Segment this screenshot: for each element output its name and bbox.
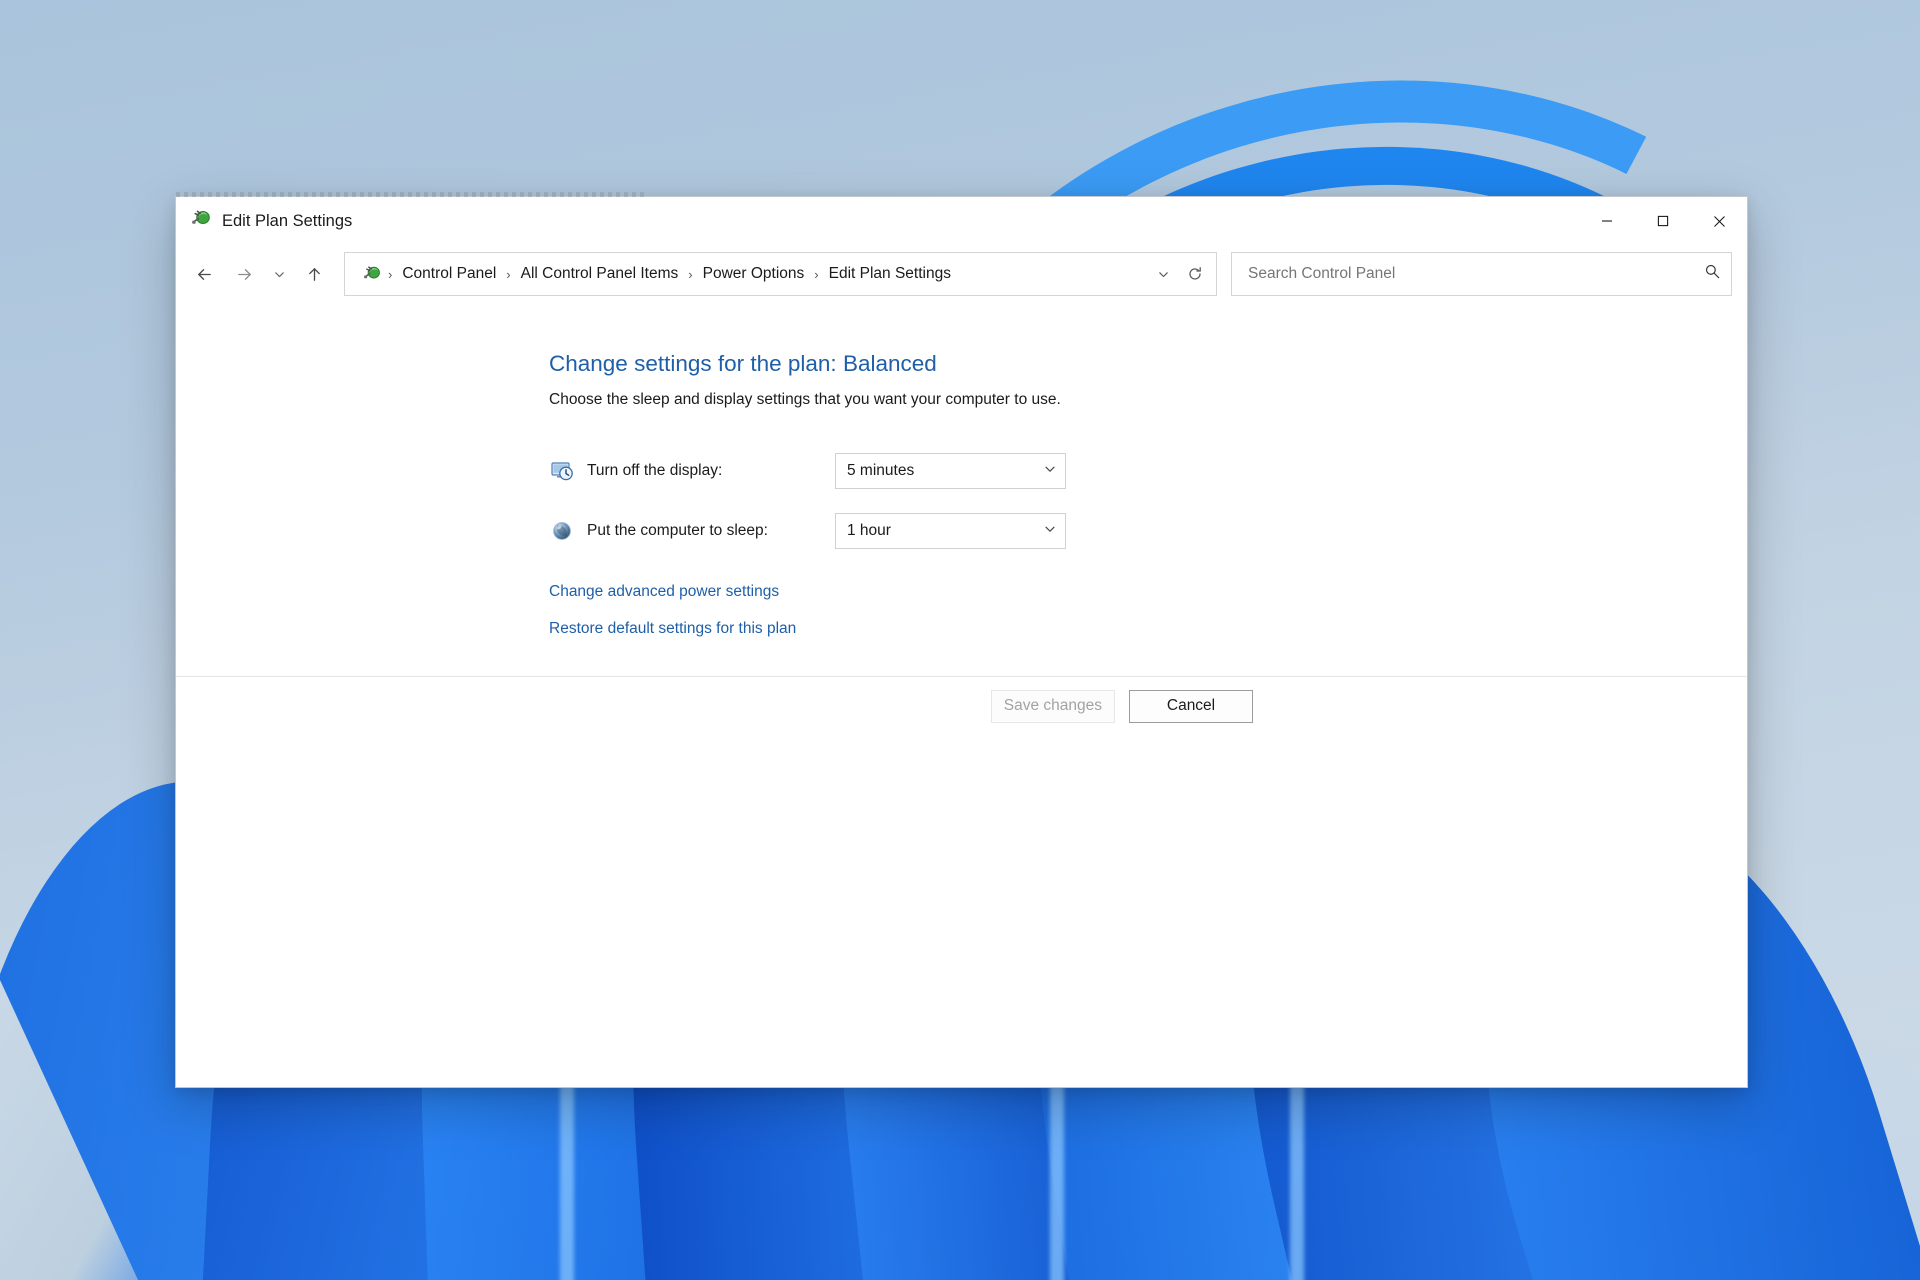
sleep-value: 1 hour	[847, 522, 891, 539]
navigation-bar: › Control Panel › All Control Panel Item…	[176, 245, 1747, 303]
content-area: Change settings for the plan: Balanced C…	[176, 303, 1747, 1087]
sleep-dropdown[interactable]: 1 hour	[835, 513, 1066, 549]
desktop: Edit Plan Settings › Control Panel › All…	[0, 0, 1920, 1280]
breadcrumb-item-edit-plan-settings[interactable]: Edit Plan Settings	[822, 261, 958, 287]
breadcrumb-separator: ›	[388, 266, 393, 282]
forward-button[interactable]	[224, 254, 264, 294]
maximize-button[interactable]	[1635, 197, 1691, 245]
setting-label-sleep: Put the computer to sleep:	[587, 522, 768, 539]
breadcrumb: › Control Panel › All Control Panel Item…	[387, 261, 1148, 287]
sleep-icon	[549, 518, 575, 544]
address-bar-actions	[1148, 258, 1210, 290]
link-restore-default-settings[interactable]: Restore default settings for this plan	[549, 620, 796, 638]
window-title: Edit Plan Settings	[222, 211, 353, 230]
footer-actions: Save changes Cancel	[176, 677, 1747, 735]
breadcrumb-item-control-panel[interactable]: Control Panel	[395, 261, 503, 287]
breadcrumb-separator: ›	[506, 266, 511, 282]
setting-row-sleep: Put the computer to sleep: 1 hour	[549, 513, 1747, 549]
title-bar[interactable]: Edit Plan Settings	[176, 197, 1747, 245]
edit-plan-settings-window: Edit Plan Settings › Control Panel › All…	[175, 192, 1748, 1088]
search-input[interactable]	[1246, 264, 1704, 284]
page-subtitle: Choose the sleep and display settings th…	[549, 391, 1061, 408]
search-icon[interactable]	[1704, 263, 1721, 285]
window-shadow-artifact	[176, 192, 646, 197]
turn-off-display-value: 5 minutes	[847, 462, 915, 479]
turn-off-display-dropdown[interactable]: 5 minutes	[835, 453, 1066, 489]
display-clock-icon	[549, 458, 575, 484]
power-plan-icon	[191, 209, 211, 234]
breadcrumb-separator: ›	[688, 266, 693, 282]
window-controls	[1579, 197, 1747, 245]
breadcrumb-separator: ›	[814, 266, 819, 282]
recent-locations-button[interactable]	[264, 254, 294, 294]
chevron-down-icon	[1043, 462, 1057, 481]
back-button[interactable]	[184, 254, 224, 294]
chevron-down-icon[interactable]	[1148, 258, 1178, 290]
setting-row-turn-off-display: Turn off the display: 5 minutes	[549, 453, 1747, 489]
address-bar[interactable]: › Control Panel › All Control Panel Item…	[344, 252, 1217, 296]
link-change-advanced-power-settings[interactable]: Change advanced power settings	[549, 583, 779, 601]
breadcrumb-item-all-control-panel-items[interactable]: All Control Panel Items	[514, 261, 686, 287]
up-button[interactable]	[294, 254, 334, 294]
title-bar-left: Edit Plan Settings	[176, 209, 352, 234]
chevron-down-icon	[1043, 522, 1057, 541]
save-changes-button[interactable]: Save changes	[990, 689, 1115, 723]
related-links: Change advanced power settings Restore d…	[549, 583, 1747, 638]
page-title: Change settings for the plan: Balanced	[549, 351, 937, 376]
minimize-button[interactable]	[1579, 197, 1635, 245]
cancel-button[interactable]: Cancel	[1129, 689, 1253, 723]
close-button[interactable]	[1691, 197, 1747, 245]
search-box[interactable]	[1231, 252, 1732, 296]
refresh-icon[interactable]	[1180, 258, 1210, 290]
address-power-plan-icon	[357, 259, 387, 289]
breadcrumb-item-power-options[interactable]: Power Options	[696, 261, 812, 287]
setting-label-turn-off-display: Turn off the display:	[587, 462, 723, 479]
plan-settings-page: Change settings for the plan: Balanced C…	[176, 303, 1747, 638]
